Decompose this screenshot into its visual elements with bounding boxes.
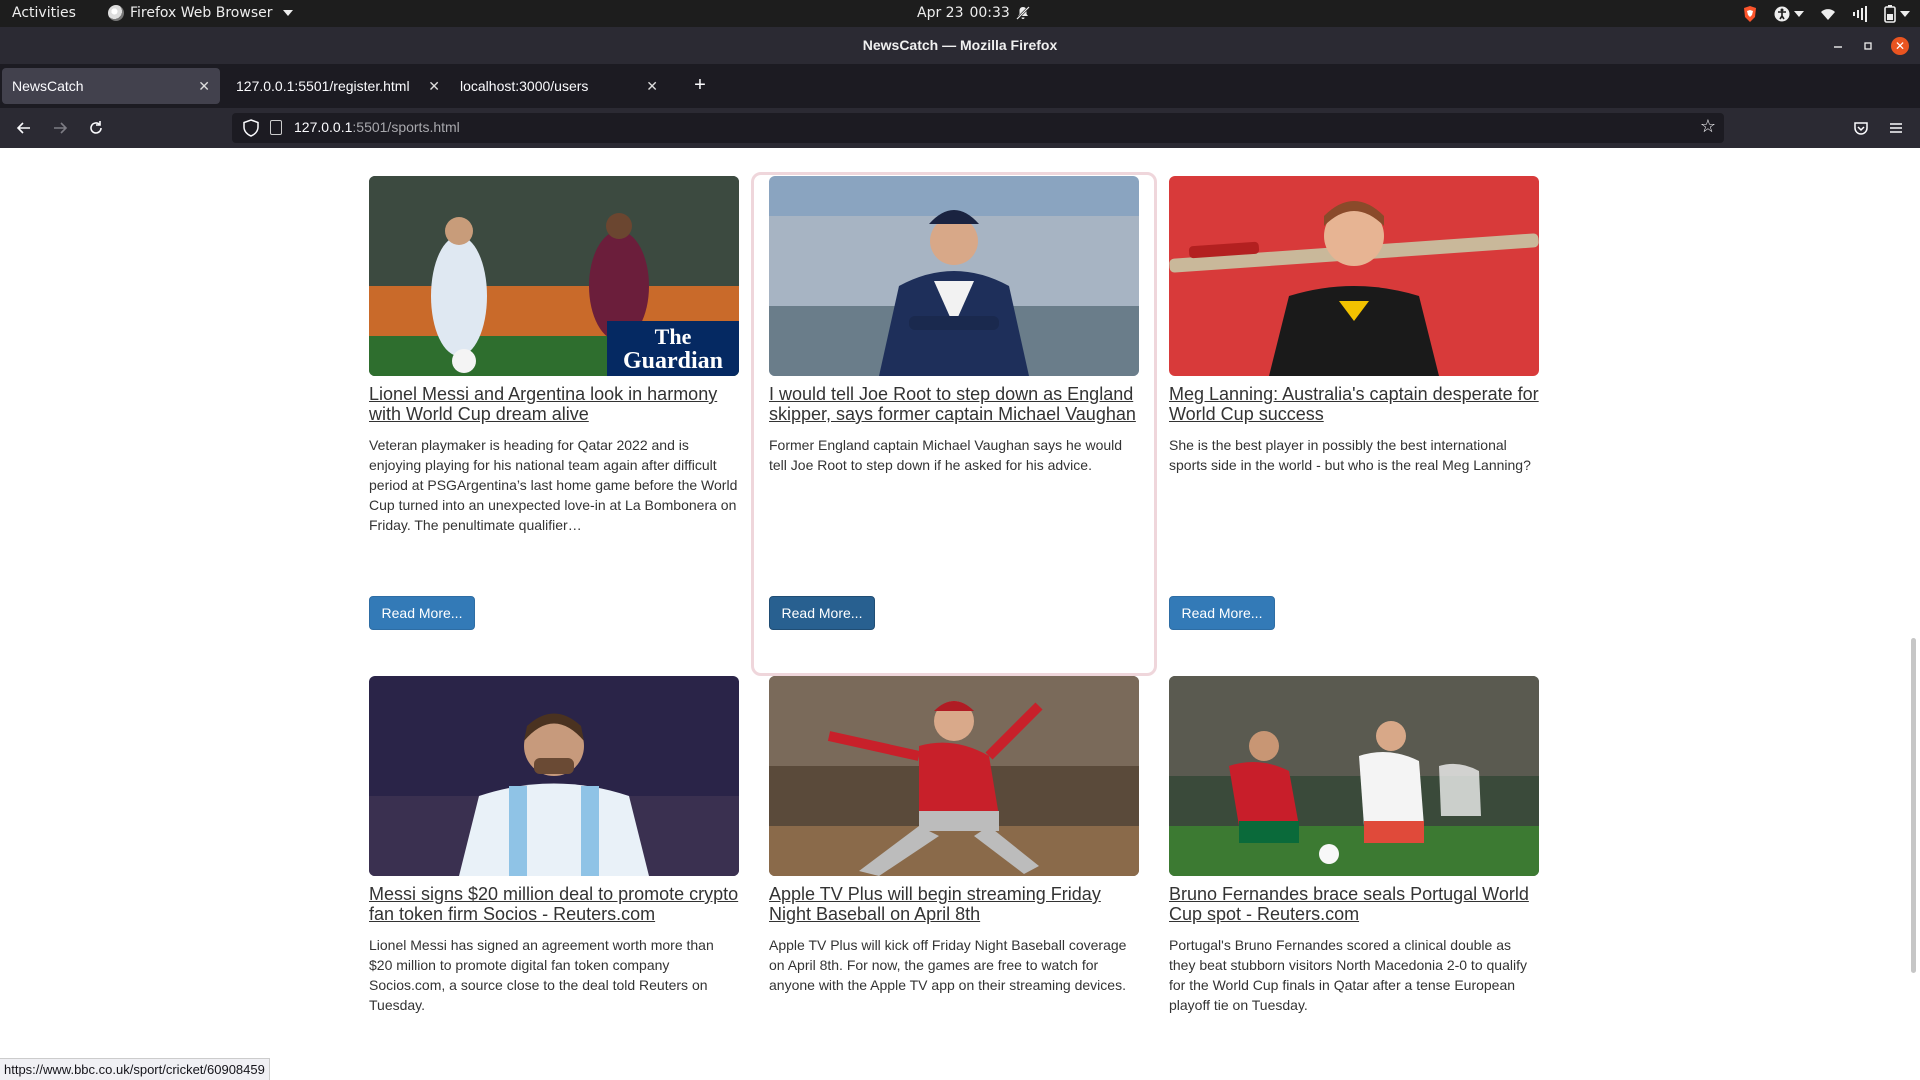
news-card: The Guardian Lionel Messi and Argentina …: [369, 176, 739, 646]
tab-close-icon[interactable]: ✕: [646, 68, 658, 104]
clock[interactable]: Apr 23 00:33: [917, 5, 1030, 21]
article-image[interactable]: [369, 676, 739, 876]
url-bar[interactable]: 127.0.0.1:5501/sports.html ☆: [232, 113, 1724, 143]
maximize-button[interactable]: [1858, 27, 1878, 64]
forward-arrow-icon: [54, 122, 68, 134]
forward-button[interactable]: [48, 116, 72, 140]
article-image[interactable]: The Guardian: [369, 176, 739, 376]
article-description: Portugal's Bruno Fernandes scored a clin…: [1169, 937, 1527, 1013]
app-menu[interactable]: Firefox Web Browser: [108, 5, 293, 21]
clock-time: 00:33: [969, 5, 1010, 21]
app-menu-label: Firefox Web Browser: [130, 5, 273, 21]
article-description: She is the best player in possibly the b…: [1169, 437, 1531, 473]
reload-button[interactable]: [84, 116, 108, 140]
maximize-icon: [1864, 41, 1872, 50]
tab-close-icon[interactable]: ✕: [198, 68, 210, 104]
pocket-button[interactable]: [1849, 116, 1873, 140]
close-icon: ✕: [1891, 36, 1909, 55]
window-title: NewsCatch — Mozilla Firefox: [862, 37, 1058, 53]
read-more-button[interactable]: Read More...: [369, 596, 475, 630]
link-status-preview: https://www.bbc.co.uk/sport/cricket/6090…: [0, 1058, 270, 1080]
page-icon[interactable]: [270, 120, 282, 135]
article-title-link[interactable]: Lionel Messi and Argentina look in harmo…: [369, 384, 739, 424]
news-card: Apple TV Plus will begin streaming Frida…: [769, 676, 1139, 995]
article-description: Former England captain Michael Vaughan s…: [769, 437, 1123, 473]
activities-button[interactable]: Activities: [12, 5, 76, 21]
news-card: Meg Lanning: Australia's captain despera…: [1169, 176, 1539, 646]
battery-icon: [1884, 5, 1896, 23]
article-title-link[interactable]: Bruno Fernandes brace seals Portugal Wor…: [1169, 884, 1539, 924]
reload-icon: [90, 121, 102, 134]
navigation-toolbar: 127.0.0.1:5501/sports.html ☆: [0, 108, 1920, 148]
new-tab-button[interactable]: +: [686, 68, 714, 104]
article-description: Apple TV Plus will kick off Friday Night…: [769, 937, 1127, 993]
article-title-link[interactable]: Messi signs $20 million deal to promote …: [369, 884, 739, 924]
accessibility-menu[interactable]: [1774, 6, 1804, 22]
read-more-button[interactable]: Read More...: [769, 596, 875, 630]
chevron-down-icon: [1900, 11, 1910, 17]
page-scrollbar-thumb[interactable]: [1911, 638, 1916, 973]
system-top-bar: Activities Firefox Web Browser Apr 23 00…: [0, 0, 1920, 27]
brave-icon[interactable]: [1742, 5, 1758, 23]
hamburger-menu-icon: [1890, 123, 1902, 133]
guardian-logo-text: The: [655, 324, 692, 349]
tab-strip: NewsCatch ✕ 127.0.0.1:5501/register.html…: [0, 64, 1920, 108]
tab-register[interactable]: 127.0.0.1:5501/register.html ✕: [226, 68, 444, 104]
article-image[interactable]: [1169, 176, 1539, 376]
article-image[interactable]: [769, 676, 1139, 876]
article-description: Veteran playmaker is heading for Qatar 2…: [369, 437, 738, 533]
wifi-icon[interactable]: [1820, 7, 1836, 21]
tab-label: NewsCatch: [12, 78, 84, 94]
volume-icon[interactable]: [1852, 6, 1868, 22]
accessibility-icon: [1774, 6, 1790, 22]
article-image[interactable]: [769, 176, 1139, 376]
article-title-link[interactable]: Apple TV Plus will begin streaming Frida…: [769, 884, 1139, 924]
tab-label: localhost:3000/users: [460, 78, 589, 94]
pocket-icon: [1854, 122, 1868, 135]
back-button[interactable]: [12, 116, 36, 140]
plus-icon: +: [694, 74, 706, 96]
read-more-button[interactable]: Read More...: [1169, 596, 1275, 630]
url-text[interactable]: 127.0.0.1:5501/sports.html: [294, 119, 460, 135]
chevron-down-icon: [282, 10, 293, 16]
news-card: I would tell Joe Root to step down as En…: [769, 176, 1139, 646]
url-path: :5501/sports.html: [352, 119, 460, 135]
app-menu-button[interactable]: [1884, 116, 1908, 140]
guardian-logo-text: Guardian: [623, 348, 723, 374]
tab-newscatch[interactable]: NewsCatch ✕: [2, 68, 220, 104]
power-menu[interactable]: [1884, 5, 1910, 23]
tab-label: 127.0.0.1:5501/register.html: [236, 78, 410, 94]
window-titlebar: NewsCatch — Mozilla Firefox ✕: [0, 27, 1920, 64]
chevron-down-icon: [1794, 11, 1804, 17]
tab-users[interactable]: localhost:3000/users ✕: [450, 68, 668, 104]
back-arrow-icon: [16, 122, 30, 134]
url-host: 127.0.0.1: [294, 119, 353, 135]
news-card: Messi signs $20 million deal to promote …: [369, 676, 739, 1015]
page-content: The Guardian Lionel Messi and Argentina …: [0, 148, 1920, 1080]
news-card: Bruno Fernandes brace seals Portugal Wor…: [1169, 676, 1539, 1015]
firefox-icon: [108, 5, 124, 21]
article-title-link[interactable]: Meg Lanning: Australia's captain despera…: [1169, 384, 1539, 424]
system-tray: [1742, 3, 1910, 25]
article-description: Lionel Messi has signed an agreement wor…: [369, 937, 714, 1013]
clock-date: Apr 23: [917, 5, 964, 21]
tab-close-icon[interactable]: ✕: [428, 68, 440, 104]
minimize-button[interactable]: [1828, 27, 1848, 64]
minimize-icon: [1834, 45, 1842, 48]
bookmark-star-icon[interactable]: ☆: [1700, 116, 1716, 137]
article-title-link[interactable]: I would tell Joe Root to step down as En…: [769, 384, 1139, 424]
article-image[interactable]: [1169, 676, 1539, 876]
shield-icon[interactable]: [242, 119, 260, 137]
close-window-button[interactable]: ✕: [1890, 27, 1910, 64]
notifications-muted-icon: [1015, 6, 1030, 20]
